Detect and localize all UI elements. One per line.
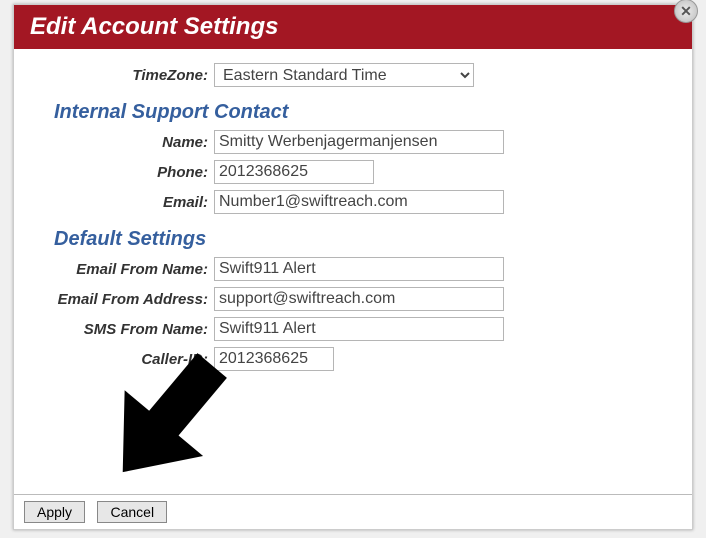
contact-name-label: Name: [34, 134, 214, 151]
smsfromname-input[interactable] [214, 317, 504, 341]
dialog-footer: Apply Cancel [14, 494, 692, 529]
dialog-title: Edit Account Settings [14, 5, 692, 49]
callerid-input[interactable] [214, 347, 334, 371]
contact-email-input[interactable] [214, 190, 504, 214]
emailfromname-label: Email From Name: [34, 261, 214, 278]
contact-phone-label: Phone: [34, 164, 214, 181]
contact-phone-input[interactable] [214, 160, 374, 184]
smsfromname-label: SMS From Name: [34, 321, 214, 338]
dialog-content: TimeZone: Eastern Standard Time Internal… [14, 49, 692, 387]
contact-email-label: Email: [34, 194, 214, 211]
callerid-label: Caller-ID: [34, 351, 214, 368]
cancel-button[interactable]: Cancel [97, 501, 167, 523]
emailfromaddr-input[interactable] [214, 287, 504, 311]
edit-account-settings-dialog: ✕ Edit Account Settings TimeZone: Easter… [13, 4, 693, 530]
contact-name-input[interactable] [214, 130, 504, 154]
section-title-defaults: Default Settings [54, 228, 672, 251]
emailfromaddr-label: Email From Address: [34, 291, 214, 308]
timezone-label: TimeZone: [34, 67, 214, 84]
apply-button[interactable]: Apply [24, 501, 85, 523]
close-icon[interactable]: ✕ [674, 0, 698, 23]
section-title-contact: Internal Support Contact [54, 101, 672, 124]
emailfromname-input[interactable] [214, 257, 504, 281]
timezone-select[interactable]: Eastern Standard Time [214, 63, 474, 87]
